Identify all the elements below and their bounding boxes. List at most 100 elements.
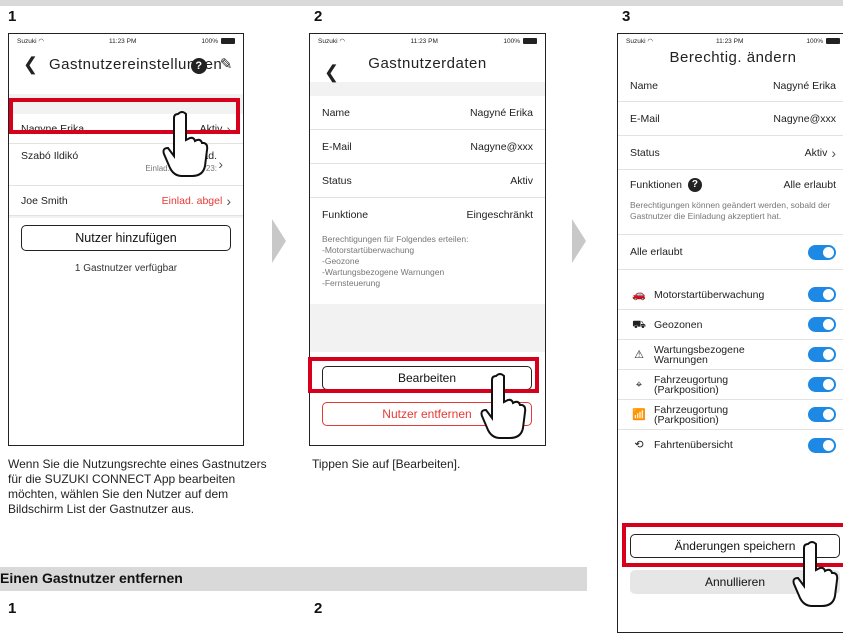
feature-label: Fahrzeugortung (Parkposition)	[654, 373, 729, 396]
field-value: Nagyné Erika	[772, 79, 836, 92]
status-row[interactable]: Status Aktiv ›	[618, 136, 843, 170]
step-caption: Tippen Sie auf [Bearbeiten].	[312, 457, 461, 471]
tap-hand-icon	[162, 111, 209, 177]
field-value: Nagyne@xxx	[470, 140, 533, 153]
guest-name: Szabó Ildikó	[21, 150, 79, 162]
map-pin-icon: ⌖	[635, 378, 643, 391]
step-number: 1	[8, 8, 17, 25]
toggle-switch[interactable]	[808, 437, 836, 453]
clock: 11:23 PM	[109, 37, 137, 45]
car-engine-icon: 🚗	[632, 288, 646, 301]
field-value: Aktiv	[804, 146, 828, 159]
help-icon[interactable]: ?	[687, 178, 702, 192]
clock: 11:23 PM	[716, 37, 744, 45]
phone-screen-guest-list: Suzuki ◠ 11:23 PM 100% ❮ Gastnutzereinst…	[8, 33, 244, 446]
page-title: Berechtig. ändern	[669, 49, 797, 66]
list-footer	[9, 218, 243, 445]
top-divider-bar	[0, 0, 843, 6]
step-number: 2	[314, 8, 323, 25]
nav-bar: ❮ Gastnutzereinstellungen ? ✎	[9, 48, 243, 94]
car-warning-icon: ⚠	[634, 348, 644, 361]
field-value: Aktiv	[510, 174, 533, 187]
clock: 11:23 PM	[410, 37, 438, 45]
field-label: Funktione	[322, 209, 369, 221]
carrier-label: Suzuki	[318, 38, 338, 45]
next-step-arrow	[272, 219, 286, 263]
step-number: 3	[622, 8, 631, 25]
status-bar: Suzuki ◠ 11:23 PM 100%	[310, 34, 545, 48]
permission-note: Berechtigungen können geändert werden, s…	[618, 200, 843, 234]
detail-row: Name Nagyné Erika	[618, 70, 843, 102]
add-user-button[interactable]: Nutzer hinzufügen	[21, 225, 231, 251]
feature-row: 🚗 Motorstartüberwachung	[618, 280, 843, 310]
available-count: 1 Gastnutzer verfügbar	[74, 263, 178, 274]
battery-label: 100%	[806, 37, 823, 45]
carrier-label: Suzuki	[626, 38, 646, 45]
page-title: Gastnutzerdaten	[368, 55, 487, 72]
toggle-switch[interactable]	[808, 317, 836, 332]
field-label: E-Mail	[630, 112, 660, 125]
toggle-switch[interactable]	[808, 244, 836, 260]
detail-row: Status Aktiv	[310, 164, 545, 198]
field-value: Nagyné Erika	[469, 106, 533, 119]
chevron-right-icon: ›	[831, 144, 836, 161]
wifi-icon: ◠	[38, 38, 44, 45]
battery-label: 100%	[201, 37, 218, 45]
toggle-switch[interactable]	[808, 347, 836, 362]
feature-row: ⟲ Fahrtenübersicht	[618, 430, 843, 460]
battery-icon	[221, 37, 235, 44]
signal-icon: 📶	[632, 408, 646, 421]
detail-row: E-Mail Nagyne@xxx	[310, 130, 545, 164]
permission-note: Berechtigungen für Folgendes erteilen: -…	[310, 232, 545, 304]
toggle-switch[interactable]	[808, 407, 836, 422]
battery-label: 100%	[503, 37, 520, 45]
feature-row: ⚠ Wartungsbezogene Warnungen	[618, 340, 843, 370]
chevron-right-icon: ›	[226, 192, 231, 209]
battery-icon	[826, 37, 840, 44]
section-title: Einen Gastnutzer entfernen	[0, 570, 183, 586]
field-label: Status	[630, 146, 660, 159]
feature-label: Motorstartüberwachung	[654, 288, 765, 301]
detail-row: E-Mail Nagyne@xxx	[618, 102, 843, 136]
nav-bar: Berechtig. ändern	[618, 48, 843, 70]
guest-name: Joe Smith	[21, 194, 68, 207]
carrier-label: Suzuki	[17, 38, 37, 45]
battery-icon	[523, 37, 537, 44]
toggle-switch[interactable]	[808, 377, 836, 392]
status-bar: Suzuki ◠ 11:23 PM 100%	[9, 34, 243, 48]
field-value: Eingeschränkt	[466, 209, 533, 221]
back-arrow-icon[interactable]: ❮	[324, 56, 340, 88]
wifi-icon: ◠	[339, 38, 345, 45]
field-label: Name	[322, 106, 351, 119]
next-step-arrow	[572, 219, 586, 263]
step-number: 2	[314, 600, 323, 617]
wifi-icon: ◠	[647, 38, 653, 45]
feature-label: Wartungsbezogene Warnungen	[654, 343, 745, 366]
field-label: Name	[630, 79, 659, 92]
status-bar: Suzuki ◠ 11:23 PM 100%	[618, 34, 843, 48]
feature-row: ⌖ Fahrzeugortung (Parkposition)	[618, 370, 843, 400]
field-value: Nagyne@xxx	[773, 112, 836, 125]
tap-hand-icon	[480, 373, 527, 439]
edit-pencil-icon[interactable]: ✎	[220, 56, 233, 73]
back-arrow-icon[interactable]: ❮	[23, 55, 39, 73]
all-allowed-row: Alle erlaubt	[618, 234, 843, 270]
toggle-switch[interactable]	[808, 287, 836, 302]
guest-list-row[interactable]: Joe Smith Einlad. abgel ›	[9, 186, 243, 216]
feature-row: 📶 Fahrzeugortung (Parkposition)	[618, 400, 843, 430]
step-number: 1	[8, 600, 17, 617]
step-caption: Wenn Sie die Nutzungsrechte eines Gastnu…	[8, 457, 267, 516]
guest-status: Einlad. abgel	[161, 194, 223, 207]
geofence-icon: ⛟	[632, 318, 646, 331]
field-label: Status	[322, 174, 352, 187]
nav-bar: ❮ Gastnutzerdaten	[310, 48, 545, 82]
feature-label: Fahrzeugortung (Parkposition)	[654, 403, 729, 426]
feature-label: Fahrtenübersicht	[654, 439, 733, 451]
detail-row: Funktione Eingeschränkt	[310, 198, 545, 232]
history-icon: ⟲	[634, 439, 644, 451]
feature-row: ⛟ Geozonen	[618, 310, 843, 340]
help-icon[interactable]: ?	[191, 58, 207, 74]
all-allowed-label: Alle erlaubt	[630, 246, 683, 258]
chevron-right-icon: ›	[218, 156, 223, 172]
field-label: E-Mail	[322, 140, 352, 153]
